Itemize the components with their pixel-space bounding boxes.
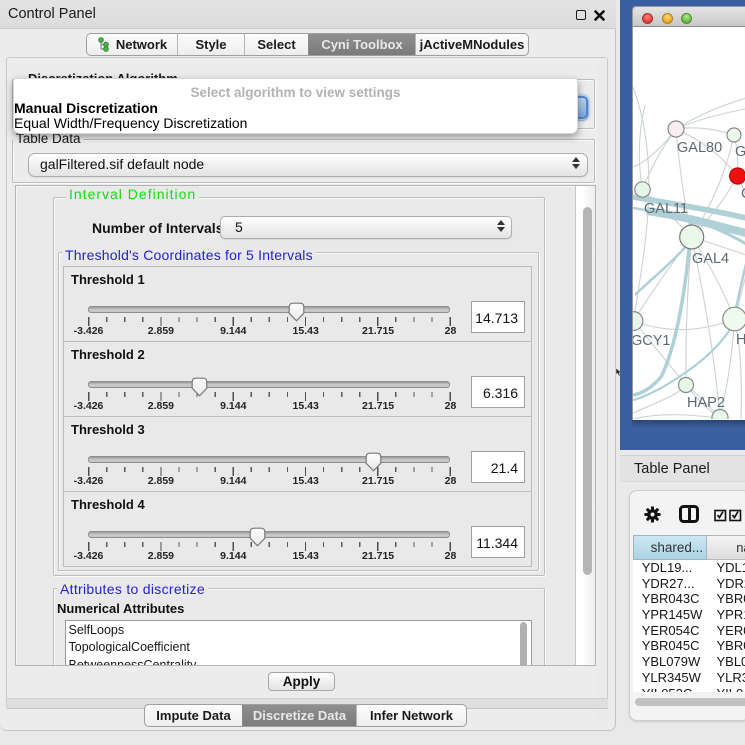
svg-text:GCY1: GCY1 — [633, 333, 671, 349]
svg-text:GAL4: GAL4 — [692, 251, 729, 267]
svg-text:C: C — [741, 186, 745, 202]
svg-text:GAL80: GAL80 — [677, 140, 722, 156]
svg-text:GAL11: GAL11 — [644, 201, 688, 217]
svg-text:H: H — [736, 332, 745, 348]
svg-text:GA: GA — [735, 144, 745, 160]
svg-text:HAP2: HAP2 — [687, 395, 725, 411]
